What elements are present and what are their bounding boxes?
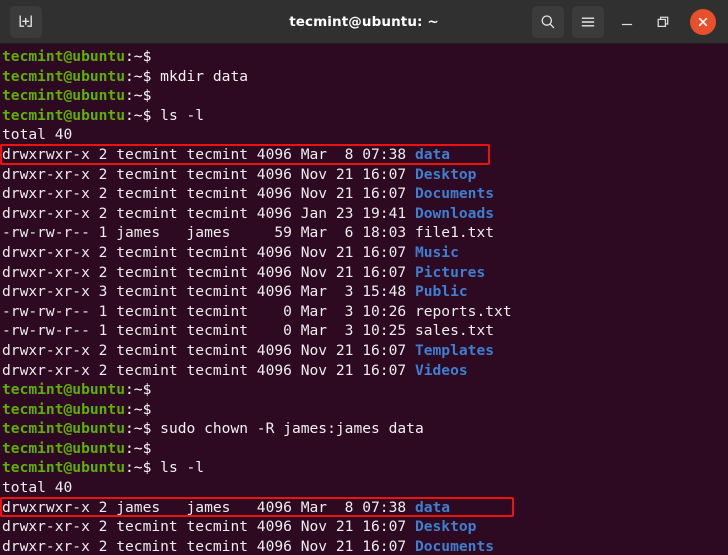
prompt-command: ls -l — [151, 106, 205, 124]
close-button[interactable] — [690, 8, 716, 35]
prompt-user: tecmint@ubuntu — [2, 106, 126, 124]
file-listing-row: drwxr-xr-x 2 tecmint tecmint 4096 Nov 21… — [2, 165, 728, 185]
output-text: total 40 — [2, 126, 73, 144]
prompt-symbol: :~$ — [125, 67, 152, 85]
listing-details: -rw-rw-r-- 1 tecmint tecmint 0 Mar 3 10:… — [2, 322, 415, 340]
directory-name[interactable]: data — [415, 146, 450, 163]
maximize-button[interactable] — [648, 7, 678, 37]
titlebar: tecmint@ubuntu: ~ — [0, 0, 728, 44]
directory-name[interactable]: Public — [415, 283, 468, 300]
file-listing-row: drwxr-xr-x 2 tecmint tecmint 4096 Nov 21… — [2, 517, 728, 537]
prompt-user: tecmint@ubuntu — [2, 400, 126, 418]
terminal-prompt-line: tecmint@ubuntu:~$ sudo chown -R james:ja… — [2, 419, 728, 439]
file-listing-row: drwxr-xr-x 2 tecmint tecmint 4096 Nov 21… — [2, 184, 728, 204]
search-button[interactable] — [532, 5, 564, 38]
file-listing-row: -rw-rw-r-- 1 tecmint tecmint 0 Mar 3 10:… — [2, 302, 728, 322]
prompt-symbol: :~$ — [125, 381, 152, 399]
prompt-user: tecmint@ubuntu — [2, 459, 126, 477]
file-name[interactable]: file1.txt — [415, 224, 494, 241]
file-name[interactable]: sales.txt — [415, 322, 494, 339]
directory-name[interactable]: Desktop — [415, 166, 477, 183]
terminal-output-line: total 40 — [2, 478, 728, 498]
file-listing-row: drwxr-xr-x 2 tecmint tecmint 4096 Nov 21… — [2, 263, 728, 283]
minimize-button[interactable] — [612, 7, 642, 37]
listing-details: drwxr-xr-x 2 tecmint tecmint 4096 Nov 21… — [2, 185, 415, 203]
prompt-user: tecmint@ubuntu — [2, 439, 126, 457]
listing-details: drwxr-xr-x 2 tecmint tecmint 4096 Nov 21… — [2, 341, 415, 359]
new-tab-button[interactable] — [10, 5, 42, 38]
file-listing-row: drwxr-xr-x 2 tecmint tecmint 4096 Nov 21… — [2, 243, 728, 263]
terminal-prompt-line: tecmint@ubuntu:~$ ls -l — [2, 106, 728, 126]
directory-name[interactable]: Documents — [415, 538, 494, 555]
restore-icon — [657, 16, 669, 27]
terminal-prompt-line: tecmint@ubuntu:~$ mkdir data — [2, 67, 728, 87]
prompt-symbol: :~$ — [125, 420, 152, 438]
terminal-prompt-line: tecmint@ubuntu:~$ — [2, 400, 728, 420]
directory-name[interactable]: Downloads — [415, 205, 494, 222]
close-icon — [698, 17, 708, 26]
directory-name[interactable]: Desktop — [415, 518, 477, 535]
file-listing-row: drwxrwxr-x 2 tecmint tecmint 4096 Mar 8 … — [2, 145, 728, 165]
listing-details: drwxr-xr-x 2 tecmint tecmint 4096 Nov 21… — [2, 537, 415, 555]
file-name[interactable]: reports.txt — [415, 303, 512, 320]
new-tab-icon — [19, 15, 32, 27]
prompt-command: sudo chown -R james:james data — [151, 420, 424, 438]
directory-name[interactable]: Pictures — [415, 264, 485, 281]
listing-details: drwxr-xr-x 2 tecmint tecmint 4096 Nov 21… — [2, 361, 415, 379]
prompt-symbol: :~$ — [125, 400, 152, 418]
prompt-symbol: :~$ — [125, 48, 152, 65]
directory-name[interactable]: Music — [415, 244, 459, 261]
hamburger-menu-button[interactable] — [572, 5, 604, 38]
terminal-prompt-line: tecmint@ubuntu:~$ ls -l — [2, 458, 728, 478]
prompt-user: tecmint@ubuntu — [2, 87, 126, 105]
file-listing-row: drwxr-xr-x 2 tecmint tecmint 4096 Nov 21… — [2, 341, 728, 361]
listing-details: drwxr-xr-x 2 tecmint tecmint 4096 Nov 21… — [2, 263, 415, 281]
listing-details: drwxrwxr-x 2 james james 4096 Mar 8 07:3… — [2, 498, 415, 516]
terminal-prompt-line: tecmint@ubuntu:~$ — [2, 47, 728, 67]
prompt-user: tecmint@ubuntu — [2, 48, 126, 65]
file-listing-row: drwxr-xr-x 2 tecmint tecmint 4096 Nov 21… — [2, 361, 728, 381]
listing-details: drwxr-xr-x 2 tecmint tecmint 4096 Nov 21… — [2, 165, 415, 183]
listing-details: drwxr-xr-x 2 tecmint tecmint 4096 Nov 21… — [2, 518, 415, 536]
prompt-symbol: :~$ — [125, 87, 152, 105]
listing-details: -rw-rw-r-- 1 tecmint tecmint 0 Mar 3 10:… — [2, 302, 415, 320]
listing-details: drwxr-xr-x 2 tecmint tecmint 4096 Jan 23… — [2, 204, 415, 222]
directory-name[interactable]: data — [415, 499, 450, 516]
file-listing-row: drwxr-xr-x 2 tecmint tecmint 4096 Nov 21… — [2, 537, 728, 555]
file-listing-row: -rw-rw-r-- 1 james james 59 Mar 6 18:03 … — [2, 223, 728, 243]
directory-name[interactable]: Documents — [415, 185, 494, 202]
hamburger-icon — [581, 16, 595, 27]
terminal-prompt-line: tecmint@ubuntu:~$ — [2, 86, 728, 106]
prompt-symbol: :~$ — [125, 459, 152, 477]
terminal-window: tecmint@ubuntu: ~ tecmint@ubuntu:~$ tecm… — [0, 0, 728, 555]
prompt-user: tecmint@ubuntu — [2, 381, 126, 399]
titlebar-right-group — [532, 0, 722, 43]
terminal-prompt-line: tecmint@ubuntu:~$ — [2, 439, 728, 459]
directory-name[interactable]: Videos — [415, 362, 468, 379]
directory-name[interactable]: Templates — [415, 342, 494, 359]
file-listing-row: drwxr-xr-x 2 tecmint tecmint 4096 Jan 23… — [2, 204, 728, 224]
listing-details: drwxr-xr-x 2 tecmint tecmint 4096 Nov 21… — [2, 243, 415, 261]
file-listing-row: drwxr-xr-x 3 tecmint tecmint 4096 Mar 3 … — [2, 282, 728, 302]
titlebar-left-group — [0, 5, 42, 38]
terminal-prompt-line: tecmint@ubuntu:~$ — [2, 380, 728, 400]
prompt-user: tecmint@ubuntu — [2, 420, 126, 438]
prompt-command: mkdir data — [151, 67, 249, 85]
prompt-symbol: :~$ — [125, 439, 152, 457]
terminal-output-line: total 40 — [2, 125, 728, 145]
prompt-command: ls -l — [151, 459, 205, 477]
output-text: total 40 — [2, 479, 73, 497]
search-icon — [541, 14, 555, 28]
prompt-user: tecmint@ubuntu — [2, 67, 126, 85]
terminal-output-area[interactable]: tecmint@ubuntu:~$ tecmint@ubuntu:~$ mkdir… — [0, 44, 728, 555]
prompt-symbol: :~$ — [125, 106, 152, 124]
listing-details: -rw-rw-r-- 1 james james 59 Mar 6 18:03 — [2, 224, 415, 242]
file-listing-row: -rw-rw-r-- 1 tecmint tecmint 0 Mar 3 10:… — [2, 321, 728, 341]
file-listing-row: drwxrwxr-x 2 james james 4096 Mar 8 07:3… — [2, 498, 728, 518]
listing-details: drwxrwxr-x 2 tecmint tecmint 4096 Mar 8 … — [2, 145, 415, 163]
minimize-icon — [621, 23, 633, 25]
listing-details: drwxr-xr-x 3 tecmint tecmint 4096 Mar 3 … — [2, 283, 415, 301]
